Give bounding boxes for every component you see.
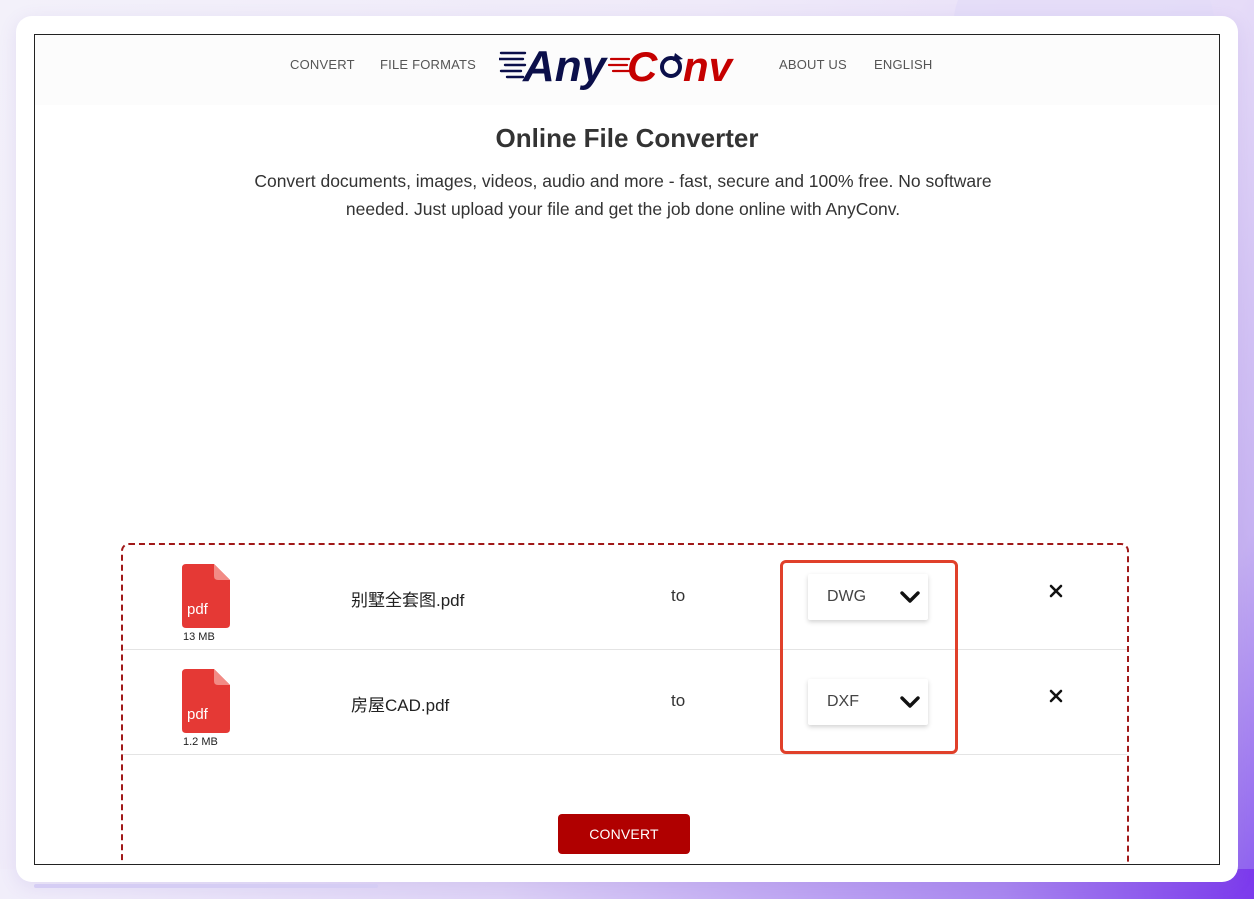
file-name: 别墅全套图.pdf [351,591,465,610]
pdf-file-icon: pdf [182,564,230,628]
page-description: Convert documents, images, videos, audio… [254,171,992,219]
pdf-file-icon: pdf [182,669,230,733]
remove-file-close-icon[interactable] [1048,688,1064,704]
svg-text:pdf: pdf [187,601,209,618]
svg-text:pdf: pdf [187,706,209,723]
file-size: 1.2 MB [183,736,218,748]
logo-refresh-icon [660,53,683,78]
nav-file-formats[interactable]: FILE FORMATS [380,57,476,72]
anyconv-logo[interactable]: Any C nv [499,39,745,91]
logo-conv-text: C [627,43,658,90]
remove-file-close-icon[interactable] [1048,583,1064,599]
page-frame: CONVERT FILE FORMATS Any C nv ABOUT US E… [34,34,1220,865]
file-row: pdf 13 MB 别墅全套图.pdf to DWG [123,545,1127,650]
nav-convert[interactable]: CONVERT [290,57,355,72]
file-row: pdf 1.2 MB 房屋CAD.pdf to DXF [123,650,1127,755]
file-name: 房屋CAD.pdf [351,696,450,715]
format-highlight-box [780,560,958,754]
to-label: to [671,691,686,710]
file-size: 13 MB [183,631,215,643]
svg-text:nv: nv [683,43,735,90]
page-title: Online File Converter [495,123,759,153]
logo-any-text: Any [522,42,609,91]
top-nav: CONVERT FILE FORMATS Any C nv ABOUT US E… [35,35,1219,105]
nav-about-us[interactable]: ABOUT US [779,57,847,72]
nav-english[interactable]: ENGLISH [874,57,932,72]
to-label: to [671,586,686,605]
convert-button[interactable]: CONVERT [558,814,690,854]
horizontal-scrollbar[interactable] [34,884,378,888]
